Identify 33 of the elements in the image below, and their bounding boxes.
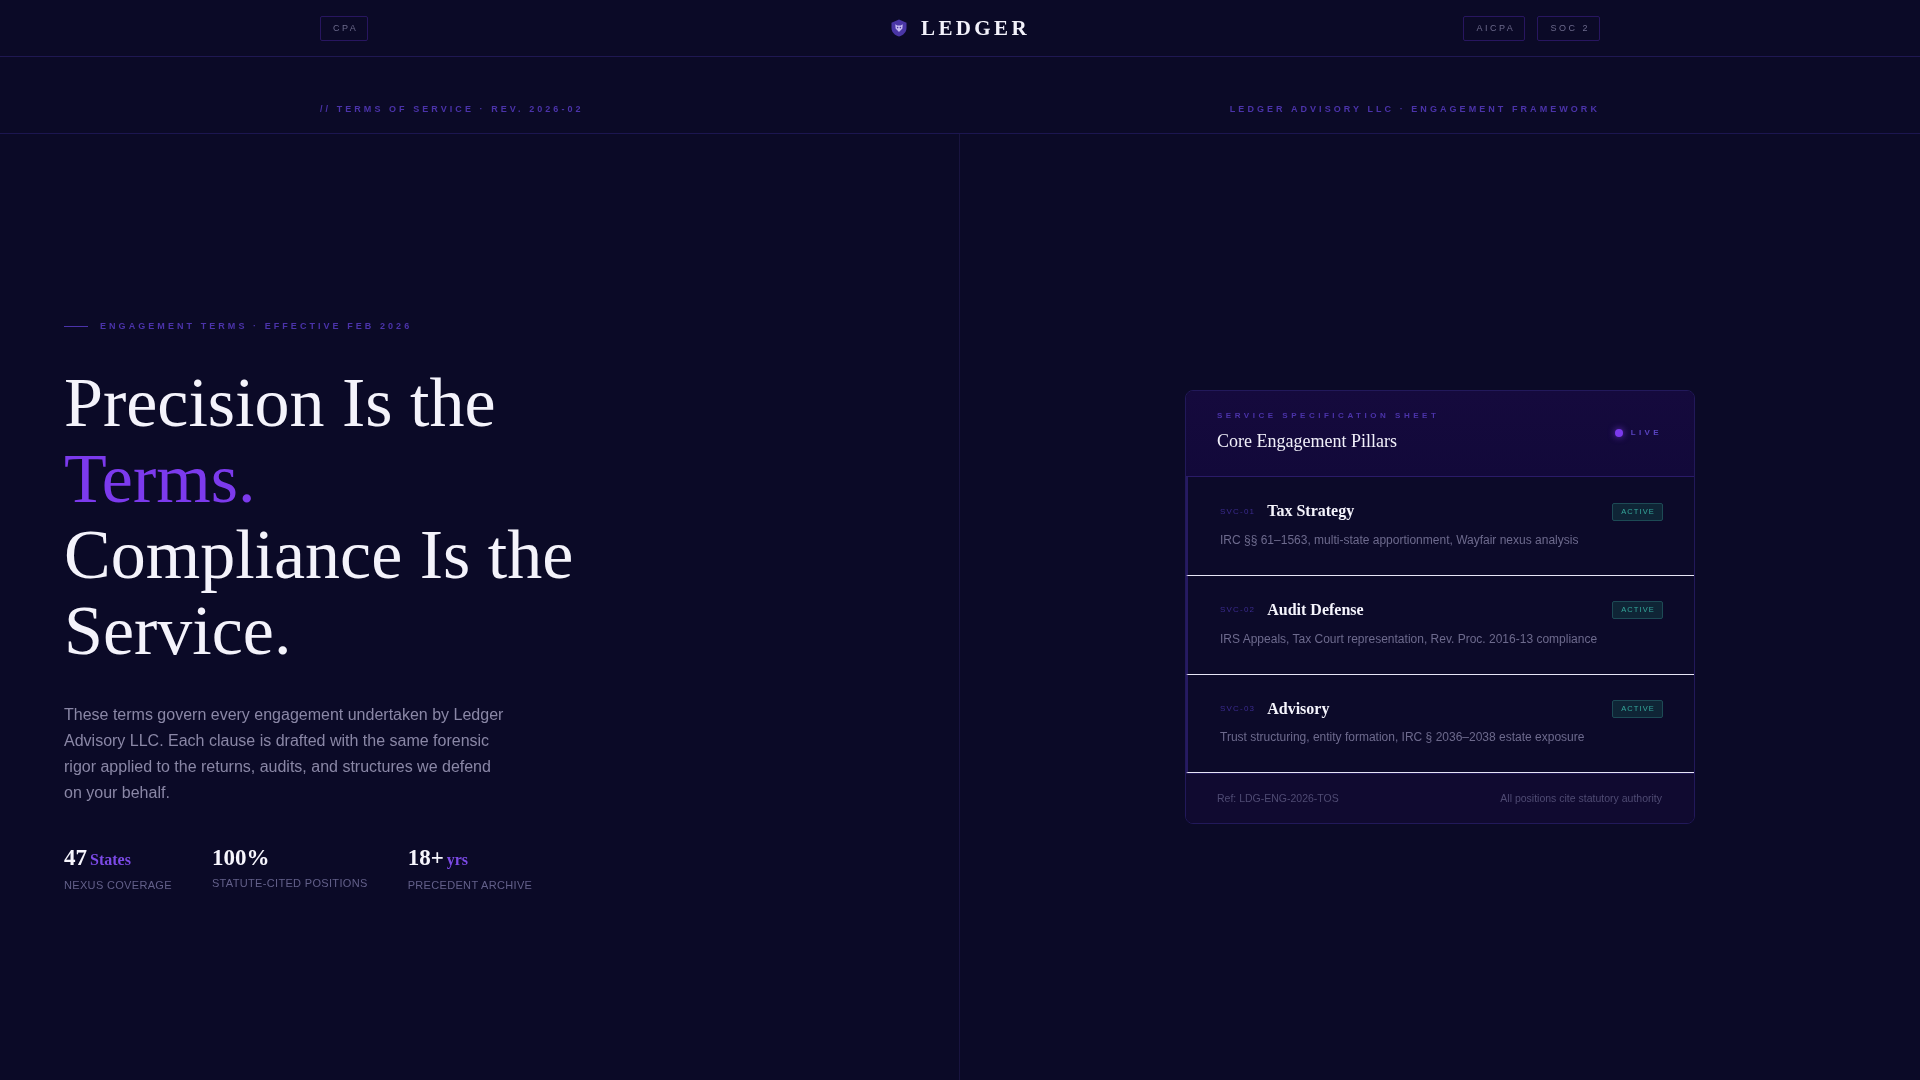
- stat-label: PRECEDENT ARCHIVE: [407, 878, 533, 893]
- status-label: LIVE: [1630, 428, 1662, 437]
- service-title: Tax Strategy: [1267, 501, 1355, 522]
- stat-unit: yrs: [446, 849, 469, 871]
- service-code: SVC-03: [1220, 704, 1256, 715]
- service-code: SVC-02: [1220, 605, 1256, 616]
- reference-text: Ref: LDG-ENG-2026-TOS: [1217, 791, 1339, 806]
- company-label: LEDGER ADVISORY LLC · ENGAGEMENT FRAMEWORK: [1229, 105, 1600, 114]
- certification-tag: CPA: [320, 15, 369, 41]
- brand-name: LEDGER: [921, 17, 1030, 39]
- service-title: Audit Defense: [1267, 600, 1364, 621]
- service-code: SVC-01: [1220, 506, 1256, 517]
- shield-icon: [890, 19, 909, 37]
- service-description: IRC §§ 61–1563, multi-state apportionment, Wayfair nexus analysis: [1220, 532, 1580, 550]
- service-title: Advisory: [1267, 698, 1330, 720]
- footer-note: All positions cite statutory authority: [1500, 791, 1662, 806]
- section-eyebrow: ENGAGEMENT TERMS · EFFECTIVE FEB 2026: [100, 321, 413, 331]
- stat-number: 47: [64, 843, 87, 872]
- stat-unit: States: [90, 849, 131, 870]
- card-title: Core Engagement Pillars: [1217, 430, 1398, 454]
- card-eyebrow: SERVICE SPECIFICATION SHEET: [1217, 412, 1440, 421]
- certification-tag: AICPA: [1463, 15, 1526, 41]
- intro-paragraph: These terms govern every engagement undertaken by Ledger Advisory LLC. Each clause is drafted with the same forensic rigor applied to the returns, audits, and structures we defend on your behalf.: [64, 704, 505, 803]
- document-revision-label: // TERMS OF SERVICE · REV. 2026-02: [320, 105, 584, 114]
- stat-label: NEXUS COVERAGE: [64, 878, 172, 893]
- stat-label: STATUTE-CITED POSITIONS: [211, 876, 368, 891]
- status-dot-icon: [1614, 428, 1623, 437]
- hero-heading: Precision Is the Terms. Compliance Is the Service.: [64, 364, 575, 669]
- service-description: Trust structuring, entity formation, IRC § 2036–2038 estate exposure: [1220, 729, 1586, 747]
- stat-number: 100%: [211, 843, 270, 872]
- certification-tag: SOC 2: [1537, 15, 1600, 41]
- service-description: IRS Appeals, Tax Court representation, Rev. Proc. 2016-13 compliance: [1220, 630, 1599, 648]
- stat-number: 18+: [407, 843, 444, 872]
